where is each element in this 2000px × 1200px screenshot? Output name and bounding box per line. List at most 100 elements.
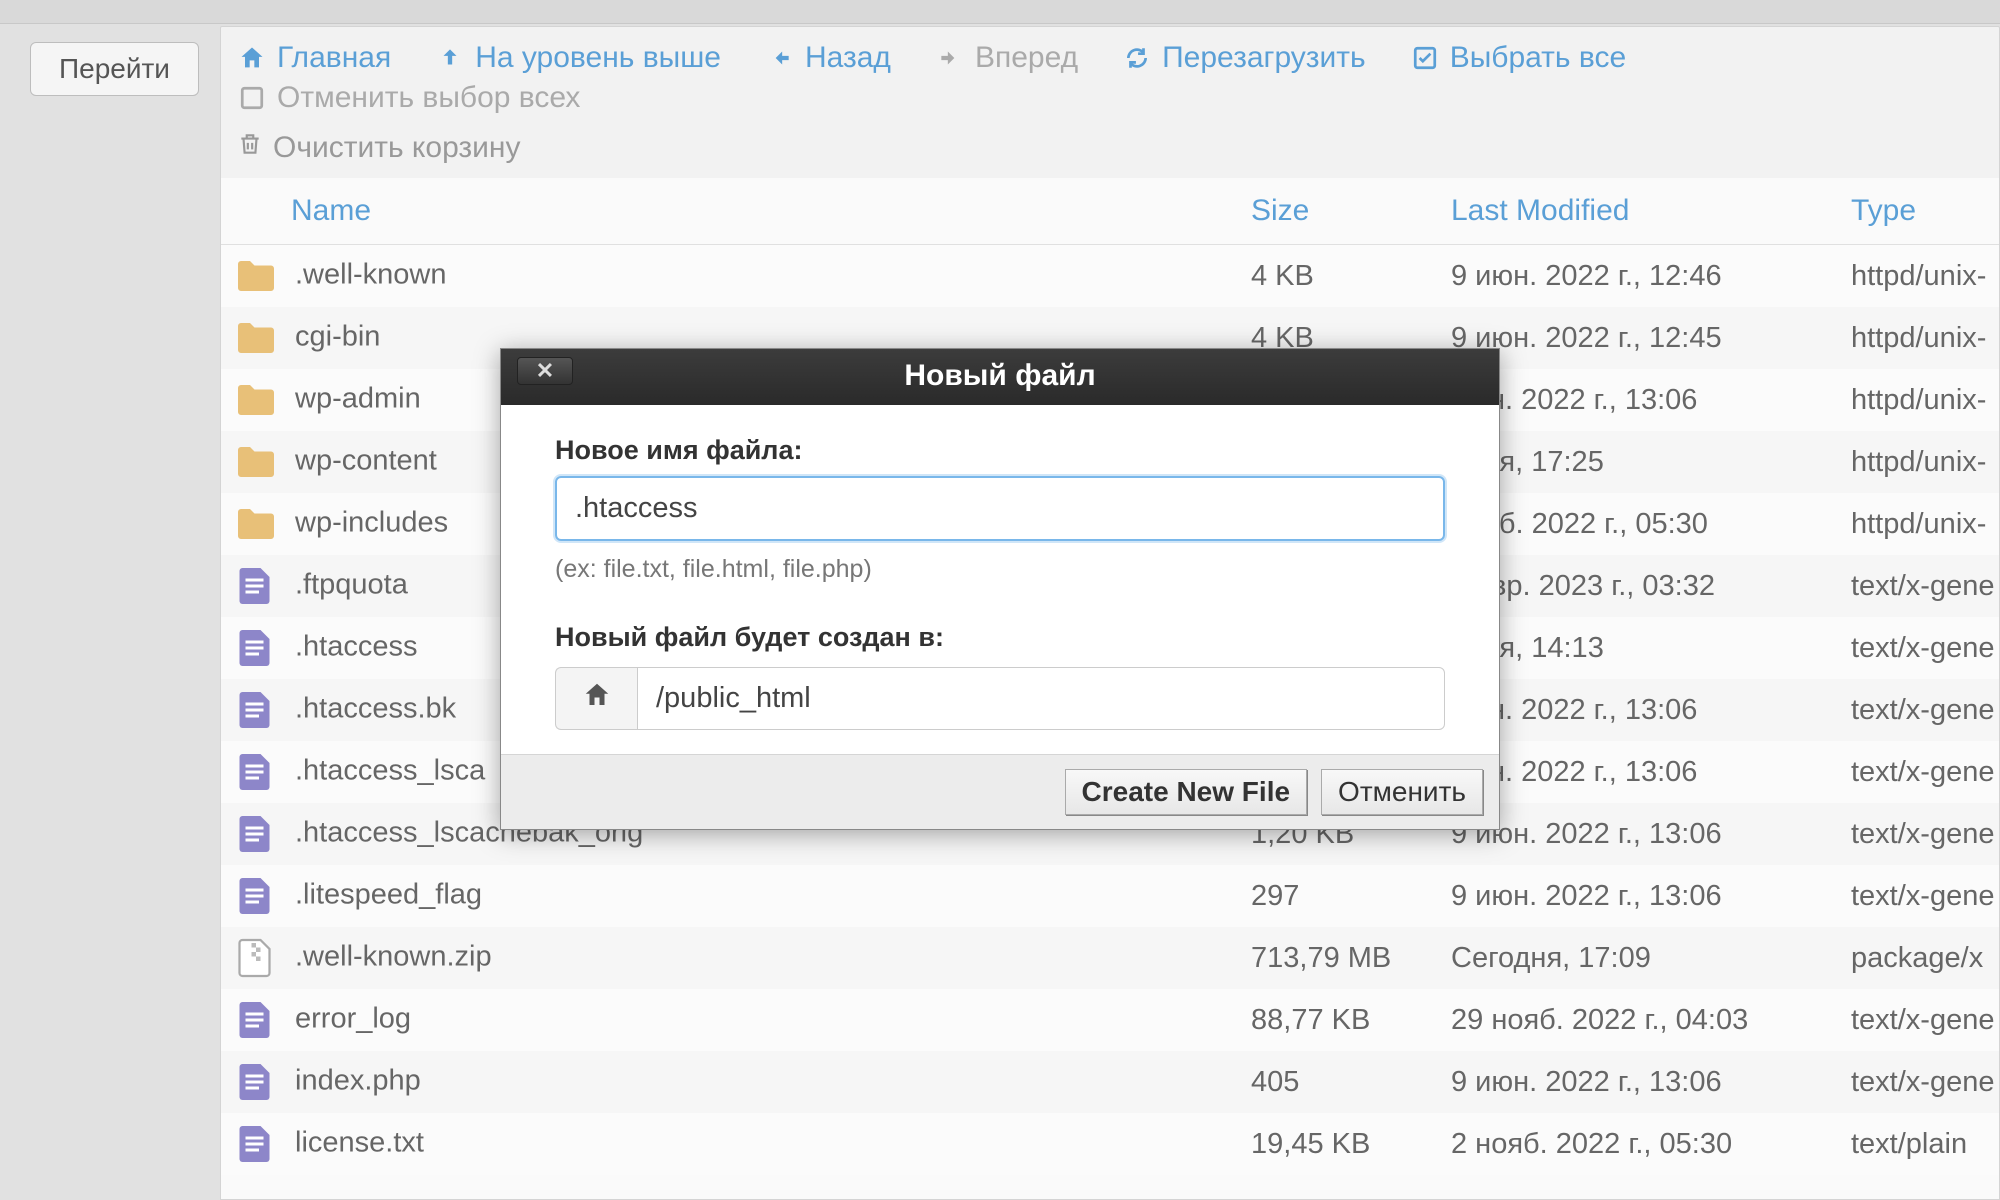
file-icon [235, 751, 277, 793]
cancel-button[interactable]: Отменить [1321, 769, 1483, 815]
deselect-all-label: Отменить выбор всех [277, 81, 580, 115]
back-button[interactable]: Назад [765, 41, 891, 75]
file-size: 88,77 KB [1251, 989, 1451, 1051]
table-row[interactable]: .litespeed_flag2979 июн. 2022 г., 13:06t… [221, 865, 1999, 927]
file-modified: июн. 2022 г., 13:06 [1451, 741, 1851, 803]
left-sidebar: Перейти [0, 24, 200, 96]
file-name: wp-includes [295, 507, 448, 539]
file-type: text/x-gene [1851, 555, 1999, 617]
file-type: text/x-gene [1851, 679, 1999, 741]
home-button[interactable]: Главная [237, 41, 391, 75]
up-level-button[interactable]: На уровень выше [435, 41, 721, 75]
reload-label: Перезагрузить [1162, 41, 1366, 75]
file-name: cgi-bin [295, 321, 380, 353]
folder-icon [235, 441, 277, 483]
file-modified: 9 июн. 2022 г., 13:06 [1451, 803, 1851, 865]
file-modified: одня, 17:25 [1451, 431, 1851, 493]
file-modified: одня, 14:13 [1451, 617, 1851, 679]
table-row[interactable]: error_log88,77 KB29 нояб. 2022 г., 04:03… [221, 989, 1999, 1051]
table-row[interactable]: .well-known.zip713,79 MBСегодня, 17:09pa… [221, 927, 1999, 989]
file-type: text/x-gene [1851, 617, 1999, 679]
refresh-icon [1122, 43, 1152, 73]
file-icon [235, 875, 277, 917]
file-name: .htaccess_lsca [295, 755, 485, 787]
filename-hint: (ex: file.txt, file.html, file.php) [555, 555, 1445, 584]
file-type: httpd/unix- [1851, 369, 1999, 431]
file-icon [235, 1061, 277, 1103]
file-type: text/plain [1851, 1113, 1999, 1175]
check-square-icon [1410, 43, 1440, 73]
file-name: license.txt [295, 1127, 424, 1159]
file-name: .ftpquota [295, 569, 408, 601]
file-name: .htaccess.bk [295, 693, 456, 725]
create-file-button[interactable]: Create New File [1065, 769, 1308, 815]
file-type: text/x-gene [1851, 741, 1999, 803]
column-header-size[interactable]: Size [1251, 178, 1451, 245]
file-name: .litespeed_flag [295, 879, 482, 911]
empty-trash-button[interactable]: Очистить корзину [237, 131, 521, 165]
file-type: package/x [1851, 927, 1999, 989]
file-type: httpd/unix- [1851, 493, 1999, 555]
file-modified: нояб. 2022 г., 05:30 [1451, 493, 1851, 555]
file-size: 405 [1251, 1051, 1451, 1113]
file-type: httpd/unix- [1851, 245, 1999, 308]
empty-trash-label: Очистить корзину [273, 131, 521, 165]
file-name: wp-content [295, 445, 437, 477]
path-home-button[interactable] [555, 667, 637, 730]
deselect-all-button[interactable]: Отменить выбор всех [237, 81, 580, 115]
file-icon [235, 689, 277, 731]
up-level-label: На уровень выше [475, 41, 721, 75]
zip-icon [235, 937, 277, 979]
trash-icon [237, 131, 263, 165]
dialog-close-button[interactable]: ✕ [517, 357, 573, 385]
column-header-modified[interactable]: Last Modified [1451, 178, 1851, 245]
table-row[interactable]: .well-known4 KB9 июн. 2022 г., 12:46http… [221, 245, 1999, 308]
arrow-up-icon [435, 43, 465, 73]
file-size: 19,45 KB [1251, 1113, 1451, 1175]
file-type: httpd/unix- [1851, 431, 1999, 493]
select-all-button[interactable]: Выбрать все [1410, 41, 1626, 75]
file-modified: 9 июн. 2022 г., 13:06 [1451, 865, 1851, 927]
filename-input[interactable] [555, 476, 1445, 541]
home-label: Главная [277, 41, 391, 75]
top-strip [0, 0, 2000, 24]
table-row[interactable]: index.php4059 июн. 2022 г., 13:06text/x-… [221, 1051, 1999, 1113]
column-header-type[interactable]: Type [1851, 178, 1999, 245]
square-icon [237, 83, 267, 113]
file-modified: июн. 2022 г., 13:06 [1451, 369, 1851, 431]
path-label: Новый файл будет создан в: [555, 622, 1445, 653]
arrow-left-icon [765, 43, 795, 73]
toolbar: Главная На уровень выше Назад Вперед Пер… [220, 26, 2000, 184]
file-modified: февр. 2023 г., 03:32 [1451, 555, 1851, 617]
filename-label: Новое имя файла: [555, 435, 1445, 466]
file-icon [235, 813, 277, 855]
arrow-right-icon [935, 43, 965, 73]
path-input[interactable] [637, 667, 1445, 730]
dialog-title: Новый файл [904, 359, 1095, 392]
column-header-name[interactable]: Name [221, 178, 1251, 245]
file-name: .well-known.zip [295, 941, 492, 973]
close-icon: ✕ [536, 360, 554, 382]
select-all-label: Выбрать все [1450, 41, 1626, 75]
go-button[interactable]: Перейти [30, 42, 199, 96]
file-modified: 9 июн. 2022 г., 12:46 [1451, 245, 1851, 308]
file-modified: 9 июн. 2022 г., 12:45 [1451, 307, 1851, 369]
file-icon [235, 565, 277, 607]
file-type: text/x-gene [1851, 865, 1999, 927]
file-name: .htaccess [295, 631, 418, 663]
file-name: wp-admin [295, 383, 421, 415]
file-name: index.php [295, 1065, 421, 1097]
file-type: httpd/unix- [1851, 307, 1999, 369]
file-icon [235, 627, 277, 669]
file-modified: 2 нояб. 2022 г., 05:30 [1451, 1113, 1851, 1175]
table-row[interactable]: license.txt 19,45 KB2 нояб. 2022 г., 05:3… [221, 1113, 1999, 1175]
file-icon [235, 1123, 277, 1165]
file-name: .well-known [295, 259, 447, 291]
reload-button[interactable]: Перезагрузить [1122, 41, 1366, 75]
file-type: text/x-gene [1851, 1051, 1999, 1113]
new-file-dialog: ✕ Новый файл Новое имя файла: (ex: file.… [500, 348, 1500, 830]
home-icon [582, 680, 612, 718]
file-icon [235, 999, 277, 1041]
folder-icon [235, 255, 277, 297]
back-label: Назад [805, 41, 891, 75]
